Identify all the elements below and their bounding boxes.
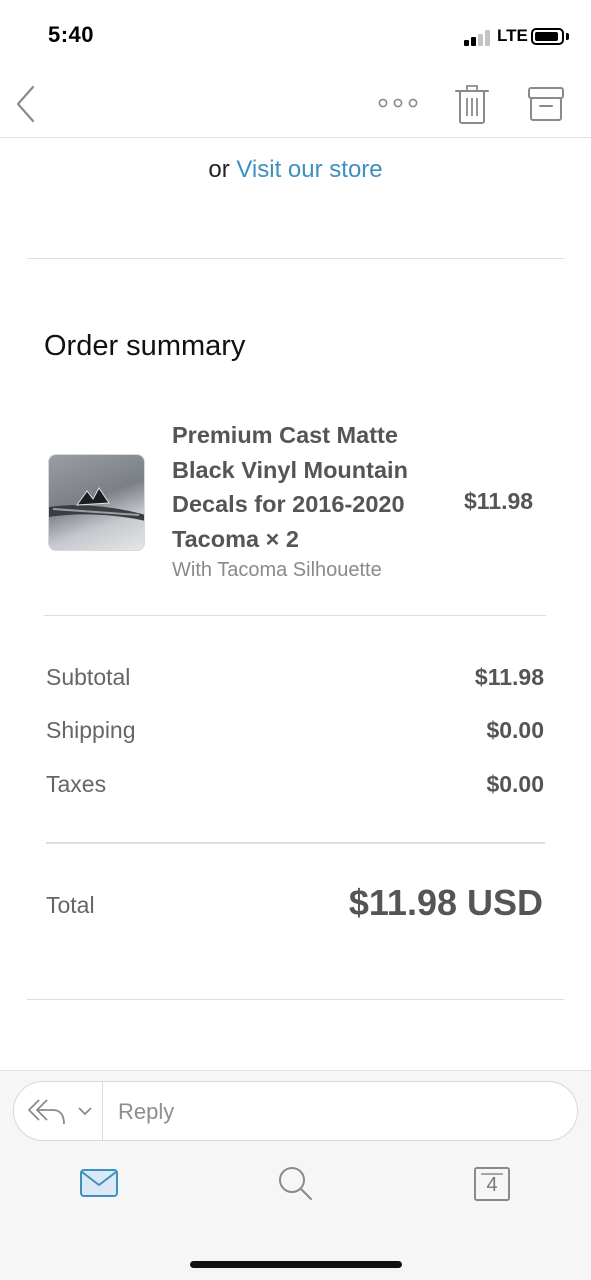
network-type: LTE: [497, 26, 528, 45]
reply-input[interactable]: [118, 1094, 558, 1130]
reply-all-icon[interactable]: [27, 1094, 67, 1128]
taxes-label: Taxes: [46, 771, 107, 797]
store-line: or Visit our store: [0, 156, 591, 184]
chevron-down-icon[interactable]: [76, 1104, 94, 1118]
back-chevron-icon[interactable]: [14, 84, 38, 124]
reply-divider: [102, 1082, 103, 1140]
battery-icon: [531, 28, 564, 45]
cellular-signal-icon: [464, 30, 492, 46]
divider: [44, 615, 546, 616]
total-value: $11.98 USD: [348, 882, 543, 923]
taxes-value: $0.00: [486, 771, 544, 797]
home-indicator: [190, 1261, 402, 1268]
reply-box: [13, 1081, 578, 1141]
calendar-day: 4: [486, 1174, 498, 1196]
order-summary-title: Order summary: [44, 330, 246, 362]
divider: [27, 999, 564, 1000]
bottom-bar: 4: [0, 1070, 591, 1280]
divider: [46, 842, 545, 844]
nav-bar: [0, 70, 591, 138]
mountain-decal-image: [49, 487, 144, 521]
mail-icon[interactable]: [79, 1167, 119, 1199]
product-thumbnail: [48, 454, 145, 551]
divider: [27, 258, 564, 259]
subtotal-label: Subtotal: [46, 664, 131, 690]
status-time: 5:40: [48, 22, 95, 47]
shipping-value: $0.00: [486, 717, 544, 743]
search-icon[interactable]: [277, 1165, 315, 1203]
visit-store-link[interactable]: Visit our store: [236, 156, 382, 183]
store-prefix: or: [208, 156, 230, 183]
product-variant: With Tacoma Silhouette: [172, 559, 382, 581]
calendar-icon[interactable]: 4: [472, 1165, 512, 1203]
subtotal-value: $11.98: [474, 664, 544, 690]
shipping-label: Shipping: [46, 717, 136, 743]
product-price: $11.98: [464, 488, 534, 514]
battery-cap: [566, 33, 569, 40]
total-label: Total: [46, 892, 95, 918]
status-bar: 5:40 LTE: [0, 0, 591, 70]
more-icon[interactable]: [378, 96, 418, 110]
archive-icon[interactable]: [526, 84, 566, 124]
trash-icon[interactable]: [454, 84, 490, 126]
product-name: Premium Cast Matte Black Vinyl Mountain …: [172, 422, 408, 552]
